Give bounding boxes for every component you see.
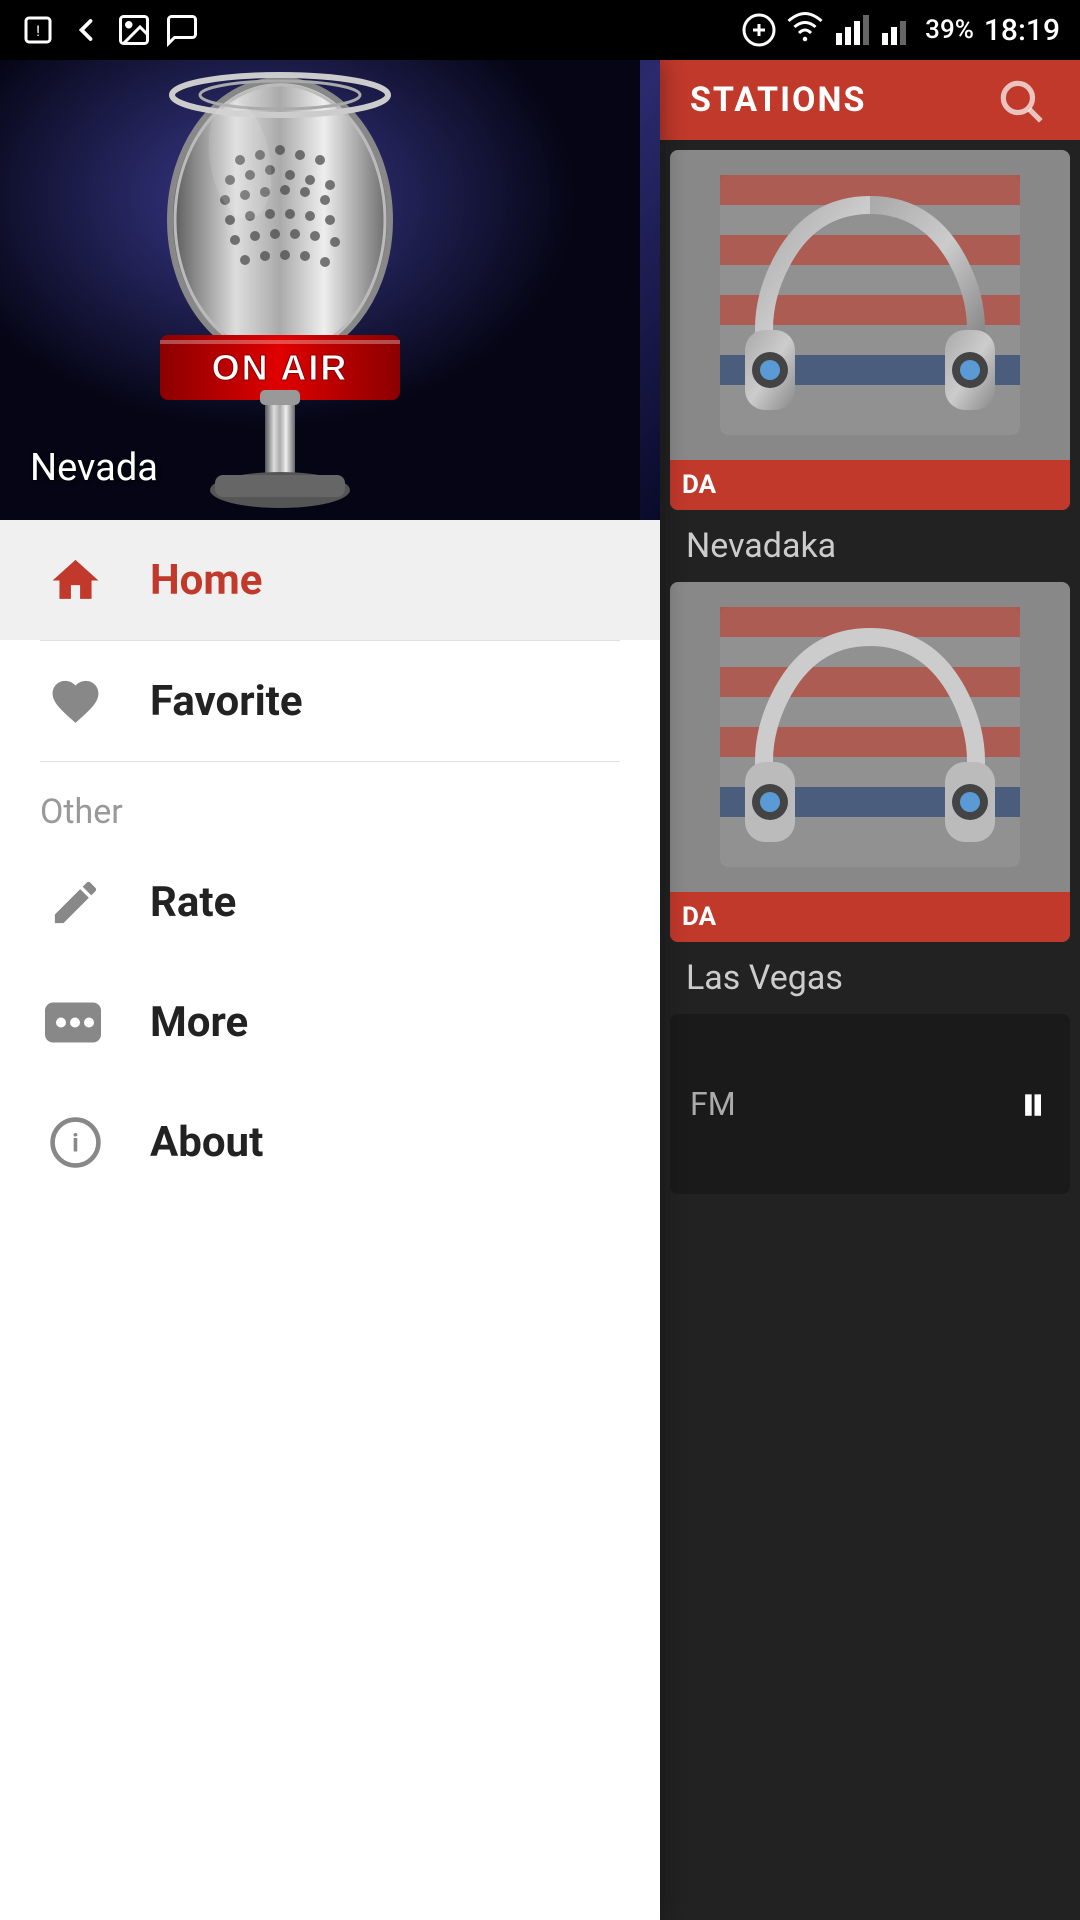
time-display: 18:19 bbox=[984, 13, 1060, 48]
location-label: Nevada bbox=[30, 446, 158, 490]
svg-text:i: i bbox=[72, 1129, 79, 1158]
nav-more-label: More bbox=[150, 998, 248, 1047]
search-button[interactable] bbox=[990, 70, 1050, 130]
info-icon: i bbox=[40, 1107, 110, 1177]
drawer-header: ON AIR Nevada bbox=[0, 60, 660, 520]
pause-icon[interactable]: ⏸ bbox=[1020, 1073, 1050, 1135]
station-headphone-1 bbox=[670, 150, 1070, 460]
stations-title: STATIONS bbox=[690, 80, 866, 120]
right-panel: STATIONS bbox=[660, 60, 1080, 1920]
drawer-nav: Home Favorite Other bbox=[0, 520, 660, 1920]
station-card-2-bottom: DA bbox=[670, 892, 1070, 942]
heart-icon bbox=[40, 666, 110, 736]
wifi-icon bbox=[787, 12, 823, 48]
mic-illustration: ON AIR Nevada bbox=[0, 60, 660, 520]
add-circle-icon bbox=[741, 12, 777, 48]
svg-text:ON AIR: ON AIR bbox=[212, 347, 349, 388]
station-2-sublabel: Las Vegas bbox=[670, 952, 1070, 1004]
nav-home-label: Home bbox=[150, 556, 262, 605]
station-card-1[interactable]: DA bbox=[670, 150, 1070, 510]
status-bar: ! bbox=[0, 0, 1080, 60]
image-icon bbox=[116, 12, 152, 48]
more-icon bbox=[40, 987, 110, 1057]
nav-item-about[interactable]: i About bbox=[0, 1082, 660, 1202]
station-card-2[interactable]: DA bbox=[670, 582, 1070, 942]
svg-text:!: ! bbox=[36, 22, 40, 40]
station-1-sublabel: Nevadaka bbox=[670, 520, 1070, 572]
drawer: ON AIR Nevada bbox=[0, 60, 660, 1920]
station-card-1-bottom: DA bbox=[670, 460, 1070, 510]
status-bar-right-icons: 39% 18:19 bbox=[741, 12, 1060, 48]
message-icon bbox=[164, 12, 200, 48]
notification-icon: ! bbox=[20, 12, 56, 48]
nav-item-rate[interactable]: Rate bbox=[0, 842, 660, 962]
right-panel-header: STATIONS bbox=[660, 60, 1080, 140]
nav-about-label: About bbox=[150, 1118, 263, 1167]
home-icon bbox=[40, 545, 110, 615]
status-bar-left-icons: ! bbox=[20, 12, 200, 48]
back-icon[interactable] bbox=[68, 12, 104, 48]
signal2-icon bbox=[879, 12, 915, 48]
station-list: DA Nevadaka bbox=[660, 140, 1080, 1204]
signal1-icon bbox=[833, 12, 869, 48]
nav-item-more[interactable]: More bbox=[0, 962, 660, 1082]
station-headphone-2 bbox=[670, 582, 1070, 892]
now-playing-bar[interactable]: FM ⏸ bbox=[670, 1014, 1070, 1194]
nav-item-favorite[interactable]: Favorite bbox=[0, 641, 660, 761]
nav-favorite-label: Favorite bbox=[150, 677, 303, 726]
now-playing-label: FM bbox=[690, 1085, 1020, 1123]
main-layout: ON AIR Nevada bbox=[0, 60, 1080, 1920]
nav-rate-label: Rate bbox=[150, 878, 236, 927]
battery-level: 39% bbox=[925, 15, 974, 45]
nav-item-home[interactable]: Home bbox=[0, 520, 660, 640]
rate-icon bbox=[40, 867, 110, 937]
station-1-label: DA bbox=[682, 470, 716, 500]
station-2-label: DA bbox=[682, 902, 716, 932]
other-section-header: Other bbox=[0, 762, 660, 842]
